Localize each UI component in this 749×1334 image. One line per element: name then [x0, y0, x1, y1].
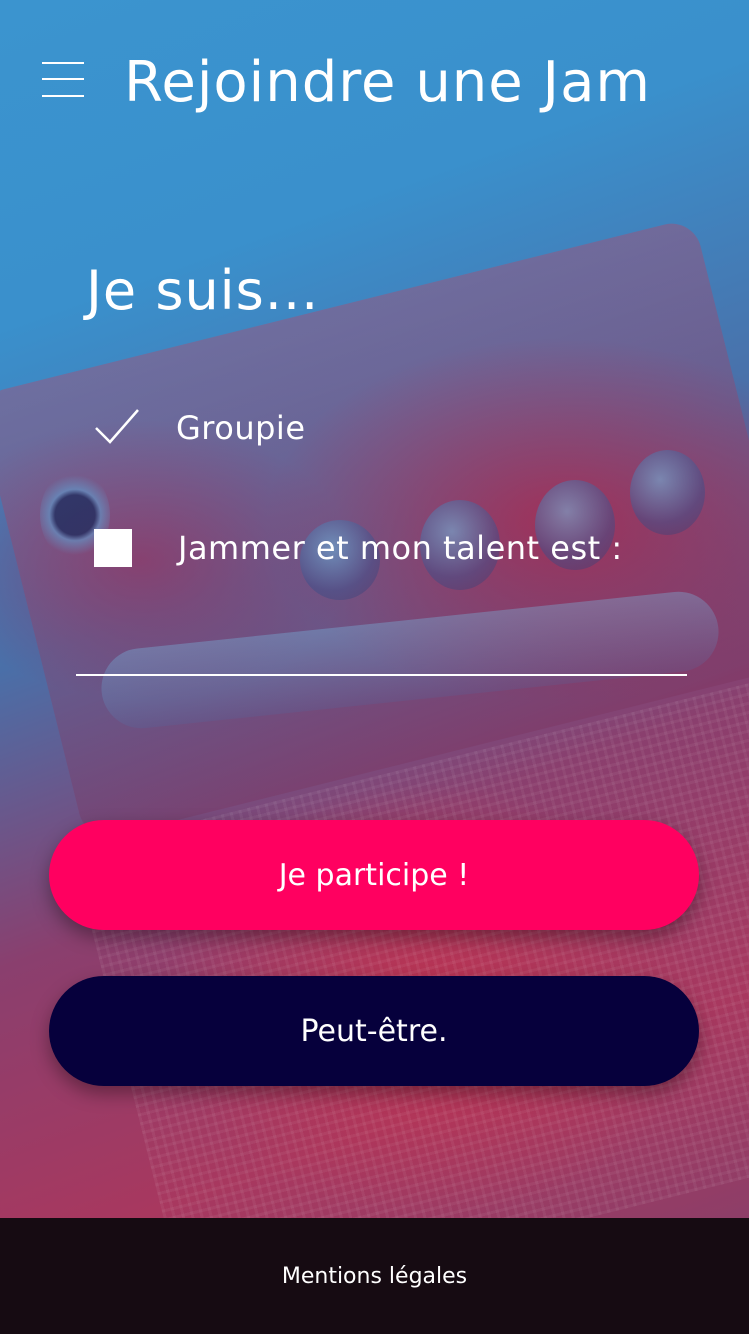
option-jammer-label: Jammer et mon talent est :	[178, 529, 623, 567]
page-title: Rejoindre une Jam	[124, 50, 651, 115]
checkmark-icon	[95, 409, 139, 444]
footer: Mentions légales	[0, 1218, 749, 1334]
checkbox-icon[interactable]	[94, 529, 132, 567]
hamburger-menu-icon[interactable]	[42, 62, 84, 98]
option-groupie[interactable]: Groupie	[94, 406, 306, 450]
form-prompt: Je suis...	[86, 259, 320, 322]
talent-input-underline[interactable]	[76, 674, 687, 676]
menu-line	[42, 95, 84, 97]
menu-line	[42, 62, 84, 64]
app-header: Rejoindre une Jam	[0, 0, 749, 170]
option-jammer[interactable]: Jammer et mon talent est :	[94, 526, 623, 570]
tone-knob	[630, 450, 705, 535]
participate-button[interactable]: Je participe !	[49, 820, 699, 930]
menu-line	[42, 78, 84, 80]
maybe-button[interactable]: Peut-être.	[49, 976, 699, 1086]
option-groupie-label: Groupie	[176, 409, 306, 447]
legal-notice-link[interactable]: Mentions légales	[282, 1264, 467, 1289]
